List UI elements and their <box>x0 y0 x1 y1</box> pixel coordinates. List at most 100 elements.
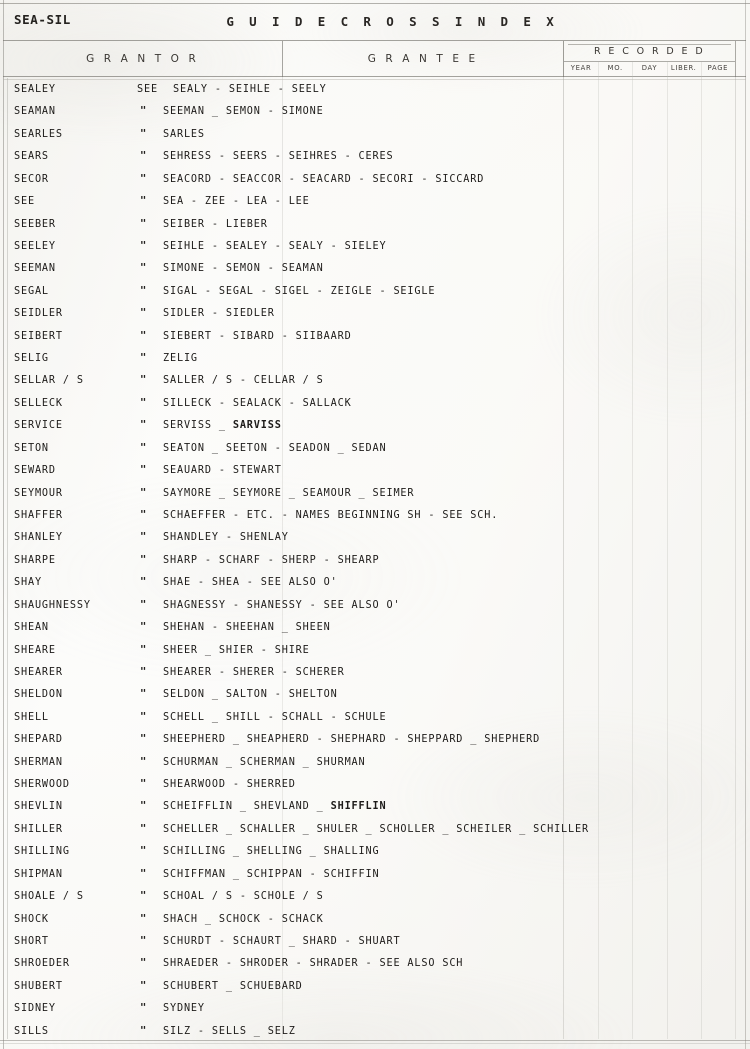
grantee-names: SHAE - SHEA - SEE ALSO O' <box>163 577 338 589</box>
ditto-mark: " <box>140 127 147 140</box>
grantor-name: SEIDLER <box>14 308 63 320</box>
grantor-name: SELIG <box>14 353 49 365</box>
ditto-mark: " <box>140 778 147 791</box>
grantee-names: SCHILLING _ SHELLING _ SHALLING <box>163 846 380 858</box>
ditto-mark: " <box>140 598 147 611</box>
ditto-mark: " <box>140 307 147 320</box>
index-rows: SEALEY SEE SEALY - SEIHLE - SEELY SEAMAN " SE… <box>0 0 750 1049</box>
grantee-names: SHEARWOOD - SHERRED <box>163 779 296 791</box>
table-row: SECOR " SEACORD - SEACCOR - SEACARD - SECO… <box>0 173 750 196</box>
table-row: SEE " SEA - ZEE - LEA - LEE <box>0 195 750 218</box>
ditto-mark: " <box>140 195 147 208</box>
grantor-name: SEGAL <box>14 285 49 297</box>
ditto-mark: " <box>140 464 147 477</box>
grantor-name: SEALEY <box>14 84 56 95</box>
grantor-name: SHAFFER <box>14 509 63 521</box>
ditto-mark: " <box>140 576 147 589</box>
grantor-name: SHEVLIN <box>14 801 63 813</box>
ditto-mark: " <box>140 329 147 342</box>
table-row: SHELL " SCHELL _ SHILL - SCHALL - SCHULE <box>0 710 750 734</box>
table-row: SHEVLIN " SCHEIFFLIN _ SHEVLAND _ SHIFFLIN <box>0 800 750 823</box>
grantor-name: SHEARE <box>14 644 56 656</box>
grantee-names: SCHUBERT _ SCHUEBARD <box>163 980 303 992</box>
grantee-names: SHEEPHERD _ SHEAPHERD - SHEPHARD - SHEPP… <box>163 734 541 746</box>
grantee-names: SHEARER - SHERER - SCHERER <box>163 666 345 678</box>
ditto-mark: " <box>140 755 147 768</box>
table-row: SELLECK " SILLECK - SEALACK - SALLACK <box>0 396 750 420</box>
ditto-mark: " <box>140 845 147 858</box>
grantee-names: SCHIFFMAN _ SCHIPPAN - SCHIFFIN <box>163 868 380 880</box>
grantee-names: SAYMORE _ SEYMORE _ SEAMOUR _ SEIMER <box>163 487 415 499</box>
ditto-mark: " <box>140 374 147 387</box>
grantor-name: SHANLEY <box>14 532 63 544</box>
grantor-name: SIDNEY <box>14 1003 56 1015</box>
grantor-name: SHILLER <box>14 823 63 835</box>
grantee-names: SHANDLEY - SHENLAY <box>163 532 289 544</box>
ditto-mark: " <box>140 912 147 925</box>
grantee-names: SARLES <box>163 128 205 140</box>
grantor-name: SEYMOUR <box>14 487 63 499</box>
grantee-names: SIGAL - SEGAL - SIGEL - ZEIGLE - SEIGLE <box>163 285 436 297</box>
ditto-mark: " <box>140 800 147 813</box>
table-row: SHANLEY " SHANDLEY - SHENLAY <box>0 531 750 554</box>
table-row: SEEBER " SEIBER - LIEBER <box>0 217 750 241</box>
grantor-name: SHILLING <box>14 846 70 858</box>
ditto-mark: " <box>140 105 147 118</box>
grantor-name: SHAUGHNESSY <box>14 599 91 611</box>
table-row: SEIDLER " SIDLER - SIEDLER <box>0 307 750 330</box>
grantee-names: SALLER / S - CELLAR / S <box>163 375 324 387</box>
ditto-mark: " <box>140 733 147 746</box>
table-row: SHAUGHNESSY " SHAGNESSY - SHANESSY - SEE A… <box>0 598 750 622</box>
ditto-mark: " <box>140 553 147 566</box>
grantee-names: SEIHLE - SEALEY - SEALY - SIELEY <box>163 240 387 252</box>
grantor-name: SEIBERT <box>14 330 63 342</box>
grantor-name: SEARS <box>14 151 49 163</box>
table-row: SEARLES " SARLES <box>0 127 750 151</box>
ditto-mark: " <box>140 867 147 880</box>
grantor-name: SHERMAN <box>14 756 63 768</box>
ditto-mark: " <box>140 710 147 723</box>
table-row: SEGAL " SIGAL - SEGAL - SIGEL - ZEIGLE - S… <box>0 284 750 308</box>
table-row: SEALEY SEE SEALY - SEIHLE - SEELY <box>0 84 750 106</box>
table-row: SHERMAN " SCHURMAN _ SCHERMAN _ SHURMAN <box>0 755 750 779</box>
ditto-mark: " <box>140 441 147 454</box>
table-row: SHELDON " SELDON _ SALTON - SHELTON <box>0 688 750 711</box>
grantee-names: SHEHAN - SHEEHAN _ SHEEN <box>163 622 331 634</box>
table-row: SHEARER " SHEARER - SHERER - SCHERER <box>0 666 750 689</box>
grantee-names: SEA - ZEE - LEA - LEE <box>163 196 310 208</box>
table-row: SIDNEY " SYDNEY <box>0 1002 750 1025</box>
grantor-name: SELLECK <box>14 397 63 409</box>
table-row: SEWARD " SEAUARD - STEWART <box>0 464 750 487</box>
grantor-name: SETON <box>14 442 49 454</box>
grantee-names: SIDLER - SIEDLER <box>163 308 275 320</box>
table-row: SHOALE / S " SCHOAL / S - SCHOLE / S <box>0 890 750 913</box>
grantor-name: SHELL <box>14 711 49 723</box>
grantor-name: SHAY <box>14 577 42 589</box>
ditto-mark: " <box>140 979 147 992</box>
table-row: SHEPARD " SHEEPHERD _ SHEAPHERD - SHEPHARD… <box>0 733 750 756</box>
grantee-names: SHARP - SCHARF - SHERP - SHEARP <box>163 554 380 566</box>
grantor-name: SHORT <box>14 935 49 947</box>
grantee-names: SYDNEY <box>163 1003 205 1015</box>
grantor-name: SHOCK <box>14 913 49 925</box>
grantor-name: SHOALE / S <box>14 891 84 903</box>
grantee-names: SHRAEDER - SHRODER - SHRADER - SEE ALSO … <box>163 958 464 970</box>
ditto-mark: " <box>140 890 147 903</box>
grantee-names: SEHRESS - SEERS - SEIHRES - CERES <box>163 151 394 163</box>
grantee-names: SELDON _ SALTON - SHELTON <box>163 689 338 701</box>
ditto-mark: " <box>140 688 147 701</box>
ditto-mark: " <box>140 486 147 499</box>
grantee-names: SIEBERT - SIBARD - SIIBAARD <box>163 330 352 342</box>
ditto-mark: " <box>140 531 147 544</box>
grantor-name: SHUBERT <box>14 980 63 992</box>
grantee-names: SERVISS _ SARVISS <box>163 420 282 432</box>
ditto-mark: " <box>140 284 147 297</box>
table-row: SHILLER " SCHELLER _ SCHALLER _ SHULER _ S… <box>0 823 750 846</box>
grantor-name: SEAMAN <box>14 106 56 118</box>
ditto-mark: " <box>140 508 147 521</box>
ditto-mark: " <box>140 217 147 230</box>
table-row: SHERWOOD " SHEARWOOD - SHERRED <box>0 778 750 801</box>
grantor-name: SHEPARD <box>14 734 63 746</box>
ditto-mark: " <box>140 396 147 409</box>
grantor-name: SEEBER <box>14 218 56 230</box>
